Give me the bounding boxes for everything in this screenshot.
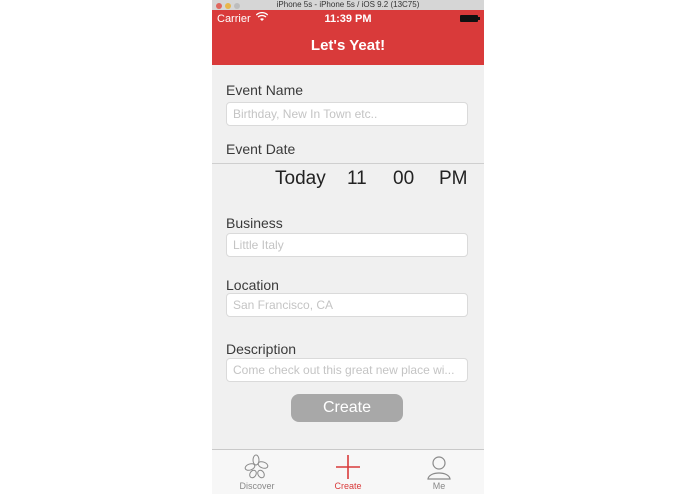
phone-screen: Carrier 11:39 PM Let's Yeat! Event Name …: [212, 10, 484, 494]
date-picker[interactable]: Today 11 00 PM: [212, 163, 484, 207]
picker-divider: [212, 163, 484, 164]
event-name-label: Event Name: [226, 82, 304, 98]
tab-discover[interactable]: Discover: [212, 450, 302, 494]
business-label: Business: [226, 215, 283, 231]
business-field[interactable]: [226, 233, 468, 257]
person-icon: [424, 454, 454, 480]
tab-create-label: Create: [334, 481, 362, 491]
description-field[interactable]: [226, 358, 468, 382]
simulator-title-bar: iPhone 5s - iPhone 5s / iOS 9.2 (13C75): [212, 0, 484, 10]
event-date-label: Event Date: [226, 141, 296, 157]
picker-day[interactable]: Today: [275, 168, 326, 190]
status-time: 11:39 PM: [324, 13, 372, 25]
tab-discover-label: Discover: [239, 481, 275, 491]
tab-bar: Discover Create Me: [212, 449, 484, 494]
event-name-field[interactable]: [226, 102, 468, 126]
close-dot-icon[interactable]: [216, 3, 222, 9]
plus-icon: [333, 454, 363, 480]
description-label: Description: [226, 341, 297, 357]
simulator-title: iPhone 5s - iPhone 5s / iOS 9.2 (13C75): [276, 0, 420, 9]
location-field[interactable]: [226, 293, 468, 317]
tab-me[interactable]: Me: [394, 450, 484, 494]
minimize-dot-icon[interactable]: [225, 3, 231, 9]
page-title: Let's Yeat!: [310, 37, 386, 54]
picker-ampm[interactable]: PM: [439, 168, 468, 190]
tab-me-label: Me: [432, 481, 446, 491]
location-label: Location: [226, 277, 279, 293]
tab-create[interactable]: Create: [303, 450, 393, 494]
discover-icon: [242, 454, 272, 480]
battery-icon: [460, 15, 480, 22]
picker-hour[interactable]: 11: [347, 168, 367, 190]
navigation-bar: Carrier 11:39 PM Let's Yeat!: [212, 10, 484, 65]
zoom-dot-icon[interactable]: [234, 3, 240, 9]
picker-minute[interactable]: 00: [393, 168, 414, 190]
create-button[interactable]: Create: [291, 394, 403, 422]
status-bar: Carrier 11:39 PM: [212, 11, 484, 26]
